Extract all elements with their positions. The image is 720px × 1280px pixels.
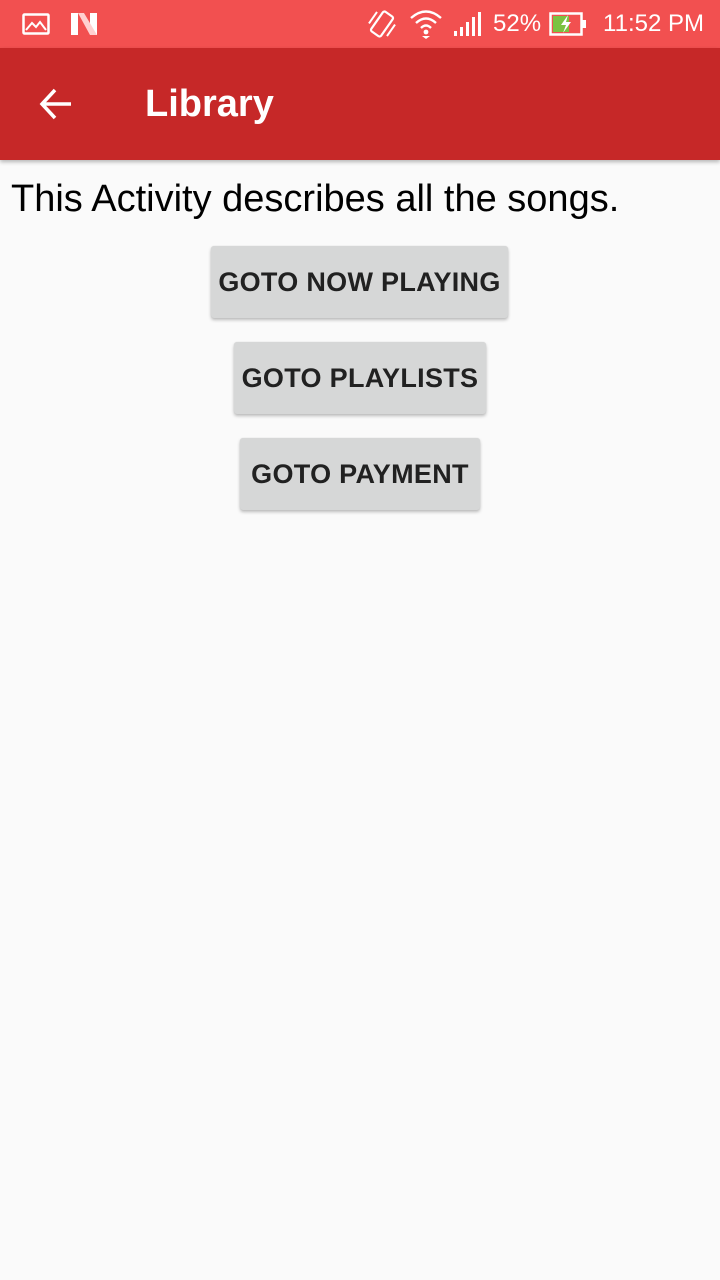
- app-bar: Library: [0, 48, 720, 160]
- clock: 11:52 PM: [603, 10, 704, 37]
- arrow-back-icon: [38, 86, 74, 122]
- signal-icon: [453, 11, 483, 37]
- description-text: This Activity describes all the songs.: [11, 178, 620, 220]
- page-title: Library: [145, 82, 274, 125]
- image-icon: [22, 13, 50, 35]
- status-bar: 52% 11:52 PM: [0, 0, 720, 48]
- vibrate-icon: [365, 7, 399, 41]
- status-right: 52% 11:52 PM: [365, 7, 704, 41]
- wifi-icon: [409, 8, 443, 40]
- status-left: [22, 11, 98, 37]
- goto-playlists-button[interactable]: GOTO PLAYLISTS: [234, 342, 486, 414]
- battery-charging-icon: [549, 12, 587, 36]
- n-logo-icon: [70, 11, 98, 37]
- back-button[interactable]: [0, 48, 112, 160]
- goto-now-playing-button[interactable]: GOTO NOW PLAYING: [211, 246, 508, 318]
- battery-percent: 52%: [493, 10, 542, 37]
- goto-payment-button[interactable]: GOTO PAYMENT: [240, 438, 480, 510]
